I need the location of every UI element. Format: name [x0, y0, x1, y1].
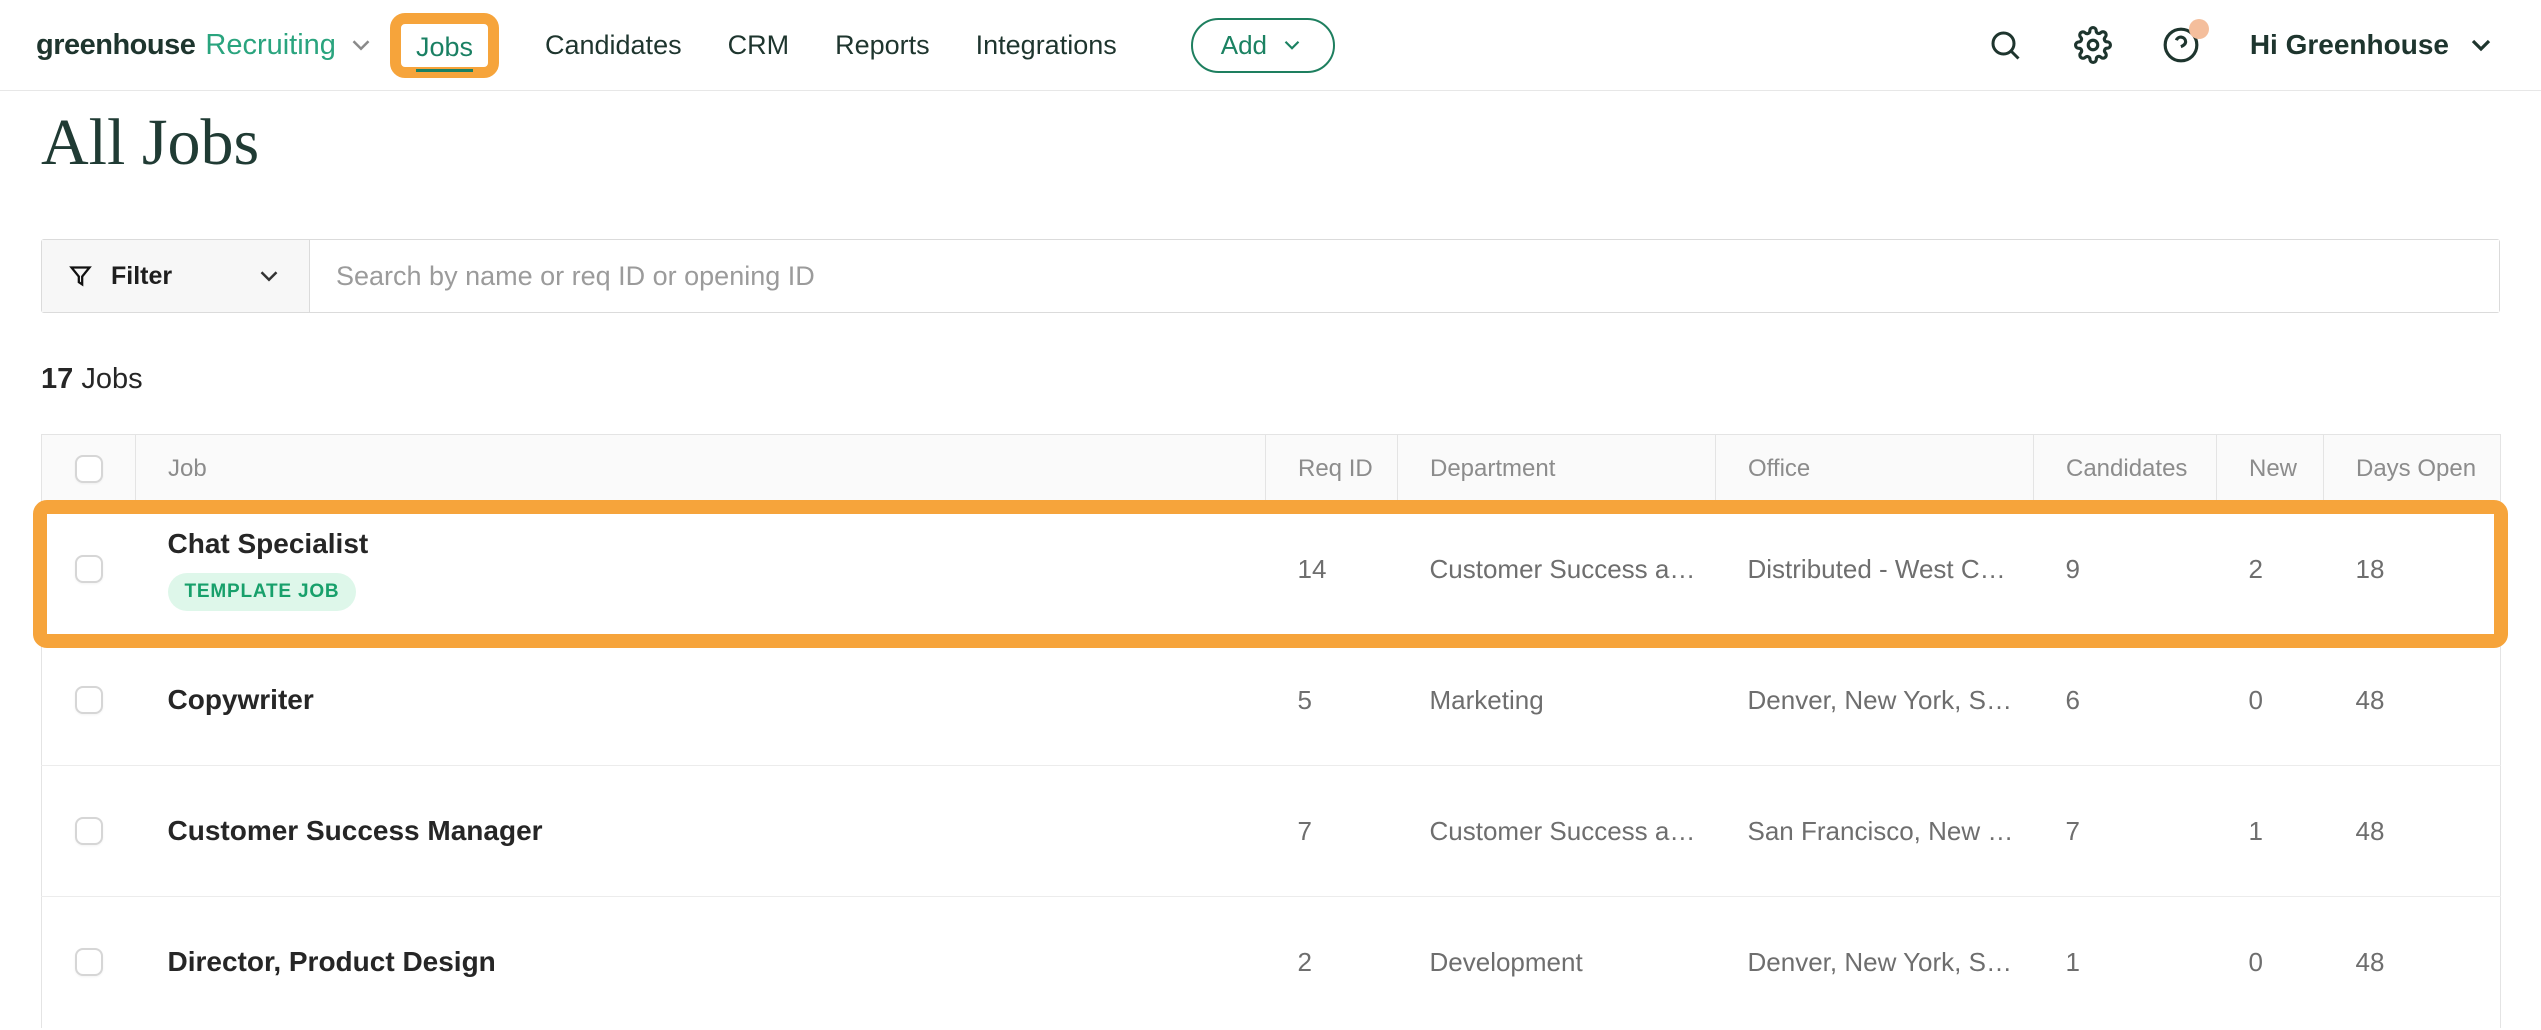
candidates-cell: 6	[2034, 635, 2217, 766]
row-checkbox[interactable]	[75, 555, 103, 583]
row-checkbox[interactable]	[75, 948, 103, 976]
req-id-cell: 2	[1266, 897, 1398, 1028]
nav-right-group: Hi Greenhouse	[1986, 26, 2497, 64]
office-cell: San Francisco, New …	[1716, 766, 2034, 897]
gear-icon	[2074, 26, 2112, 64]
top-nav: greenhouse Recruiting Jobs Candidates CR…	[0, 0, 2541, 91]
column-header-days-open[interactable]: Days Open	[2324, 435, 2501, 504]
table-row: Copywriter 5 Marketing Denver, New York,…	[42, 635, 2501, 766]
nav-item-integrations[interactable]: Integrations	[976, 30, 1117, 61]
table-row: Customer Success Manager 7 Customer Succ…	[42, 766, 2501, 897]
new-cell: 2	[2217, 504, 2324, 635]
req-id-cell: 5	[1266, 635, 1398, 766]
row-checkbox[interactable]	[75, 686, 103, 714]
select-all-checkbox[interactable]	[75, 455, 103, 483]
jobs-table-wrap: Job Req ID Department Office Candidates …	[41, 434, 2500, 1028]
req-id-cell: 14	[1266, 504, 1398, 635]
add-button[interactable]: Add	[1191, 18, 1335, 73]
chevron-down-icon	[254, 261, 284, 291]
primary-nav: Jobs Candidates CRM Reports Integrations	[390, 13, 1117, 78]
nav-item-candidates[interactable]: Candidates	[545, 30, 682, 61]
nav-item-reports[interactable]: Reports	[835, 30, 930, 61]
search-button[interactable]	[1986, 26, 2024, 64]
row-checkbox[interactable]	[75, 817, 103, 845]
new-cell: 0	[2217, 635, 2324, 766]
help-button[interactable]	[2162, 26, 2200, 64]
days-open-cell: 48	[2324, 897, 2501, 1028]
days-open-cell: 18	[2324, 504, 2501, 635]
column-header-candidates[interactable]: Candidates	[2034, 435, 2217, 504]
column-header-req-id[interactable]: Req ID	[1266, 435, 1398, 504]
chevron-down-icon	[2465, 29, 2497, 61]
filter-button-label: Filter	[111, 262, 172, 291]
department-cell: Customer Success a…	[1398, 766, 1716, 897]
new-cell: 0	[2217, 897, 2324, 1028]
user-name: Hi Greenhouse	[2250, 29, 2449, 61]
job-title-link[interactable]: Copywriter	[168, 684, 1266, 716]
chevron-down-icon	[346, 30, 376, 60]
days-open-cell: 48	[2324, 635, 2501, 766]
chevron-down-icon	[1279, 32, 1305, 58]
select-all-cell	[42, 435, 136, 504]
search-icon	[1987, 27, 2023, 63]
add-button-label: Add	[1221, 30, 1267, 61]
job-title-link[interactable]: Customer Success Manager	[168, 815, 1266, 847]
notification-dot	[2189, 19, 2209, 39]
filter-button[interactable]: Filter	[42, 240, 310, 312]
main-content: All Jobs Filter 17 Jobs Job Req ID Depar…	[0, 105, 2541, 1028]
column-header-department[interactable]: Department	[1398, 435, 1716, 504]
department-cell: Development	[1398, 897, 1716, 1028]
job-title-link[interactable]: Chat Specialist	[168, 528, 1266, 560]
column-header-job[interactable]: Job	[136, 435, 1266, 504]
table-header-row: Job Req ID Department Office Candidates …	[42, 435, 2501, 504]
brand-product: Recruiting	[205, 29, 336, 62]
candidates-cell: 1	[2034, 897, 2217, 1028]
page-title: All Jobs	[41, 105, 2500, 181]
jobs-count-value: 17	[41, 363, 73, 395]
department-cell: Marketing	[1398, 635, 1716, 766]
table-row: Director, Product Design 2 Development D…	[42, 897, 2501, 1028]
user-menu[interactable]: Hi Greenhouse	[2250, 29, 2497, 61]
filter-bar: Filter	[41, 239, 2500, 313]
candidates-cell: 9	[2034, 504, 2217, 635]
office-cell: Distributed - West C…	[1716, 504, 2034, 635]
jobs-search-input[interactable]	[310, 240, 2499, 312]
table-row: Chat Specialist TEMPLATE JOB 14 Customer…	[42, 504, 2501, 635]
new-cell: 1	[2217, 766, 2324, 897]
column-header-new[interactable]: New	[2217, 435, 2324, 504]
jobs-count-label: Jobs	[81, 363, 142, 395]
office-cell: Denver, New York, S…	[1716, 897, 2034, 1028]
template-job-badge: TEMPLATE JOB	[168, 573, 357, 611]
funnel-icon	[67, 263, 94, 290]
jobs-table: Job Req ID Department Office Candidates …	[41, 434, 2501, 1028]
nav-item-crm[interactable]: CRM	[728, 30, 790, 61]
brand-name: greenhouse	[36, 29, 195, 62]
department-cell: Customer Success a…	[1398, 504, 1716, 635]
job-title-link[interactable]: Director, Product Design	[168, 946, 1266, 978]
highlight-annotation-jobs: Jobs	[390, 13, 499, 78]
req-id-cell: 7	[1266, 766, 1398, 897]
settings-button[interactable]	[2074, 26, 2112, 64]
days-open-cell: 48	[2324, 766, 2501, 897]
brand-logo[interactable]: greenhouse Recruiting	[36, 29, 376, 62]
office-cell: Denver, New York, S…	[1716, 635, 2034, 766]
jobs-count: 17 Jobs	[41, 363, 2500, 396]
nav-item-jobs[interactable]: Jobs	[416, 32, 473, 72]
column-header-office[interactable]: Office	[1716, 435, 2034, 504]
candidates-cell: 7	[2034, 766, 2217, 897]
